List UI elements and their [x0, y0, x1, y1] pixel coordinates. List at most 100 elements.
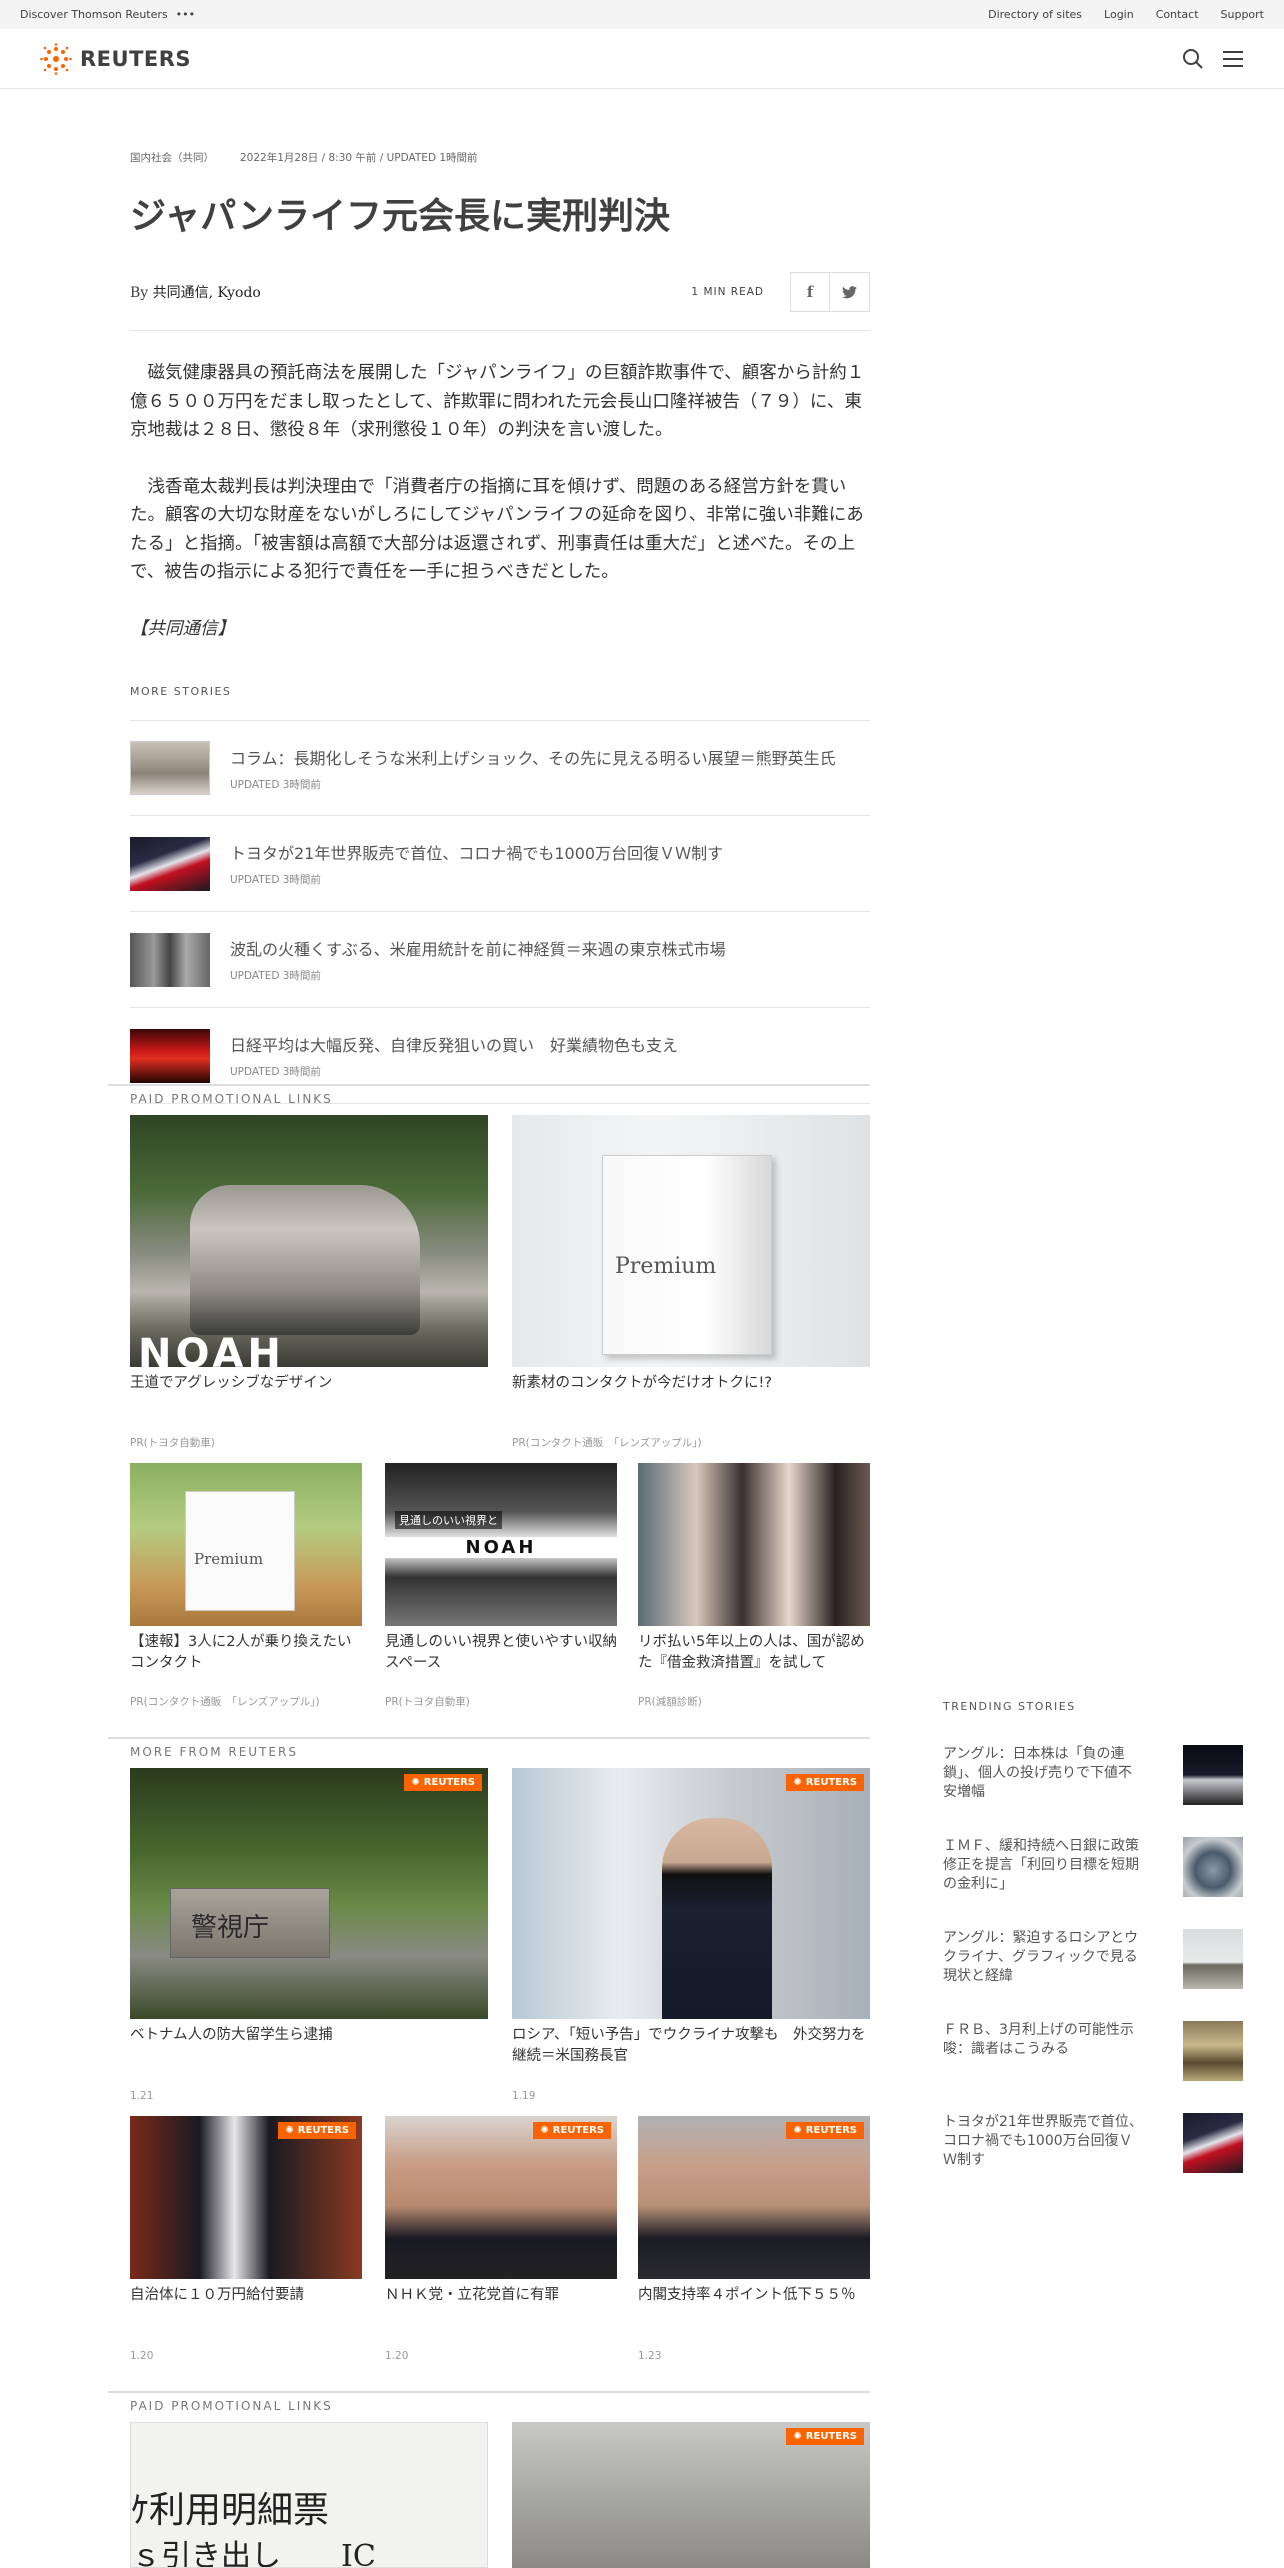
article-timestamp: 2022年1月28日 / 8:30 午前 / UPDATED 1時間前	[240, 152, 478, 164]
reuters-card-title: ロシア、「短い予告」でウクライナ攻撃も 外交努力を継続＝米国務長官	[512, 2027, 866, 2064]
reuters-badge-label: REUTERS	[805, 2125, 857, 2136]
promo-card[interactable]: 見通しのいい視界と NOAH 見通しのいい視界と使いやすい収納スペース	[385, 1463, 617, 1674]
promo-card[interactable]: ｹ利用明細票 ｓ引き出し IC	[130, 2422, 488, 2568]
reuters-card-image: 警視庁 ✺ REUTERS	[130, 1768, 488, 2019]
trending-title: ＦＲＢ、3月利上げの可能性示唆：識者はこうみる	[943, 2022, 1134, 2057]
promo-heading: PAID PROMOTIONAL LINKS	[108, 1084, 870, 1106]
facebook-icon: f	[806, 283, 814, 302]
trending-item[interactable]: ＩＭＦ、緩和持続へ日銀に政策修正を提言「利回り目標を短期の金利に」	[943, 1837, 1243, 1897]
reuters-card[interactable]: 警視庁 ✺ REUTERS ベトナム人の防大留学生ら逮捕	[130, 1768, 488, 2046]
contact-link[interactable]: Contact	[1156, 8, 1199, 21]
trending-title: アングル：日本株は「負の連鎖」、個人の投げ売りで下値不安増幅	[943, 1746, 1132, 1800]
reuters-card-image: ✺ REUTERS	[638, 2116, 870, 2279]
more-story-time: UPDATED 3時間前	[230, 778, 321, 791]
promo-card[interactable]: Premium 【速報】3人に2人が乗り換えたいコンタクト	[130, 1463, 362, 1674]
more-story-thumbnail	[130, 1028, 210, 1083]
promo-title: 新素材のコンタクトが今だけオトクに!?	[512, 1375, 773, 1391]
directory-link[interactable]: Directory of sites	[988, 8, 1082, 21]
reuters-card-image-text: 警視庁	[191, 1913, 270, 1943]
trending-thumbnail	[1183, 1837, 1243, 1897]
twitter-share-button[interactable]	[830, 272, 870, 313]
reuters-card-date: 1.21	[130, 2090, 154, 2102]
reuters-logo-icon: ✺	[411, 1777, 420, 1788]
reuters-card[interactable]: ✺ REUTERS 自治体に１０万円給付要請	[130, 2116, 362, 2306]
reuters-badge-label: REUTERS	[423, 1777, 475, 1788]
trending-thumbnail	[1183, 1929, 1243, 1989]
article-paragraph: 磁気健康器具の預託商法を展開した「ジャパンライフ」の巨額詐欺事件で、顧客から計約…	[130, 363, 865, 441]
promo-image-text: Premium	[615, 1254, 717, 1279]
search-icon[interactable]	[1182, 48, 1204, 70]
article-section[interactable]: 国内社会（共同）	[130, 150, 214, 165]
promo-image-text: NOAH	[138, 1331, 285, 1367]
more-story-item[interactable]: 波乱の火種くすぶる、米雇用統計を前に神経質＝来週の東京株式市場 UPDATED 3…	[130, 912, 870, 1009]
reuters-card-image-sign: 警視庁	[170, 1888, 330, 1958]
reuters-logo-icon: ✺	[793, 2125, 802, 2136]
promo-card[interactable]: Premium 新素材のコンタクトが今だけオトクに!?	[512, 1115, 870, 1394]
reuters-card[interactable]: ✺ REUTERS	[512, 2422, 870, 2568]
reuters-badge-label: REUTERS	[805, 2431, 857, 2442]
reuters-card-image: ✺ REUTERS	[512, 2422, 870, 2568]
reuters-logo-icon: ✺	[793, 1777, 802, 1788]
reuters-logo-icon: ✺	[793, 2431, 802, 2442]
promo-title: 見通しのいい視界と使いやすい収納スペース	[385, 1634, 617, 1671]
promo-image-text2: ｓ引き出し IC	[131, 2539, 376, 2568]
reuters-card-image: ✺ REUTERS	[385, 2116, 617, 2279]
byline-authors[interactable]: 共同通信, Kyodo	[153, 285, 261, 301]
reuters-badge: ✺ REUTERS	[278, 2122, 356, 2139]
promo-image-text: NOAH	[385, 1537, 617, 1558]
trending-item[interactable]: トヨタが21年世界販売で首位、コロナ禍でも1000万台回復ＶＷ制す	[943, 2113, 1243, 2173]
more-menu-icon[interactable]: •••	[176, 8, 195, 21]
reuters-card[interactable]: ✺ REUTERS 内閣支持率４ポイント低下５５％	[638, 2116, 870, 2306]
promo-heading: PAID PROMOTIONAL LINKS	[108, 2391, 870, 2413]
support-link[interactable]: Support	[1221, 8, 1264, 21]
reuters-card[interactable]: ✺ REUTERS ロシア、「短い予告」でウクライナ攻撃も 外交努力を継続＝米国務…	[512, 1768, 870, 2067]
read-time: 1 MIN READ	[691, 286, 764, 299]
reuters-logo[interactable]: REUTERS	[40, 42, 191, 75]
promo-image: Premium	[512, 1115, 870, 1367]
reuters-badge-label: REUTERS	[552, 2125, 604, 2136]
reuters-card-date: 1.23	[638, 2350, 662, 2362]
more-story-time: UPDATED 3時間前	[230, 970, 321, 983]
trending-item[interactable]: アングル：緊迫するロシアとウクライナ、グラフィックで見る現状と経緯	[943, 1929, 1243, 1989]
trending-thumbnail	[1183, 1745, 1243, 1805]
more-story-thumbnail	[130, 836, 210, 891]
promo-title: 王道でアグレッシブなデザイン	[130, 1375, 333, 1391]
login-link[interactable]: Login	[1104, 8, 1134, 21]
reuters-card-title: 自治体に１０万円給付要請	[130, 2287, 304, 2303]
trending-item[interactable]: アングル：日本株は「負の連鎖」、個人の投げ売りで下値不安増幅	[943, 1745, 1243, 1805]
reuters-badge-label: REUTERS	[297, 2125, 349, 2136]
reuters-badge: ✺ REUTERS	[786, 2428, 864, 2445]
facebook-share-button[interactable]: f	[790, 272, 830, 313]
article-body: 磁気健康器具の預託商法を展開した「ジャパンライフ」の巨額詐欺事件で、顧客から計約…	[130, 359, 870, 643]
reuters-logo-icon	[40, 42, 72, 75]
promo-image-box: Premium	[602, 1155, 772, 1355]
reuters-logo-icon: ✺	[540, 2125, 549, 2136]
promo-source: PR(コンタクト通販 「レンズアップル」)	[130, 1696, 320, 1708]
promo-image-text: ｹ利用明細票	[131, 2490, 330, 2531]
promo-image-box: Premium	[185, 1491, 295, 1611]
promo-image-car	[190, 1185, 420, 1335]
twitter-icon	[842, 285, 857, 299]
article-source: 【共同通信】	[130, 618, 235, 639]
reuters-card-date: 1.20	[385, 2350, 409, 2362]
promo-source: PR(減額診断)	[638, 1696, 702, 1708]
more-story-title: トヨタが21年世界販売で首位、コロナ禍でも1000万台回復ＶＷ制す	[230, 844, 724, 864]
trending-heading: TRENDING STORIES	[943, 1700, 1076, 1713]
hamburger-menu-icon[interactable]	[1222, 49, 1244, 69]
discover-link[interactable]: Discover Thomson Reuters	[20, 8, 168, 21]
promo-card[interactable]: リボ払い5年以上の人は、国が認めた『借金救済措置』を試して	[638, 1463, 870, 1674]
more-story-item[interactable]: トヨタが21年世界販売で首位、コロナ禍でも1000万台回復ＶＷ制す UPDATED…	[130, 816, 870, 913]
trending-thumbnail	[1183, 2021, 1243, 2081]
reuters-card-date: 1.20	[130, 2350, 154, 2362]
reuters-card-title: ベトナム人の防大留学生ら逮捕	[130, 2027, 333, 2043]
trending-item[interactable]: ＦＲＢ、3月利上げの可能性示唆：識者はこうみる	[943, 2021, 1243, 2081]
promo-card[interactable]: NOAH 王道でアグレッシブなデザイン	[130, 1115, 488, 1394]
more-story-item[interactable]: コラム：長期化しそうな米利上げショック、その先に見える明るい展望＝熊野英生氏 UP…	[130, 720, 870, 817]
article-paragraph: 浅香竜太裁判長は判決理由で「消費者庁の指摘に耳を傾けず、問題のある経営方針を貫い…	[130, 476, 864, 583]
reuters-card[interactable]: ✺ REUTERS ＮＨＫ党・立花党首に有罪	[385, 2116, 617, 2306]
more-story-title: コラム：長期化しそうな米利上げショック、その先に見える明るい展望＝熊野英生氏	[230, 748, 836, 768]
promo-image: ｹ利用明細票 ｓ引き出し IC	[130, 2422, 488, 2568]
promo-image-text: Premium	[194, 1550, 264, 1568]
site-header: REUTERS	[0, 29, 1284, 89]
byline-by: By	[130, 285, 149, 302]
